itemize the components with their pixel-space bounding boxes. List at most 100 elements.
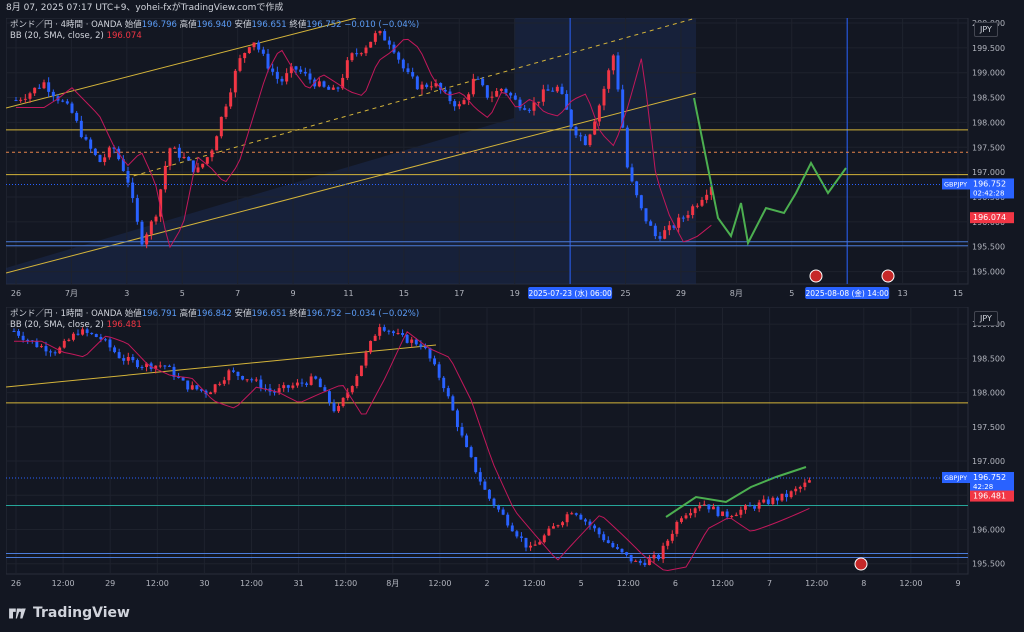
candle-body	[677, 217, 681, 228]
candle-body	[14, 100, 18, 102]
candle-body	[415, 76, 419, 90]
candle-body	[44, 346, 48, 352]
candle-body	[474, 457, 478, 473]
candle-body	[476, 78, 480, 80]
candle-body	[341, 397, 345, 407]
candle-body	[135, 360, 139, 368]
candle-body	[789, 491, 793, 498]
candle-body	[140, 221, 144, 245]
candle-body	[705, 194, 709, 200]
candle-body	[538, 542, 542, 545]
candle-body	[89, 139, 93, 149]
candle-body	[21, 335, 25, 340]
low-label-4h: 安値	[234, 20, 252, 30]
close-value-4h: 196.752	[306, 20, 342, 30]
candle-body	[509, 92, 513, 96]
candle-body	[625, 552, 629, 555]
x-tick-label: 6	[673, 579, 678, 588]
candle-body	[616, 55, 620, 90]
candle-body	[252, 42, 256, 48]
candle-body	[145, 234, 149, 245]
candle-body	[345, 60, 349, 78]
bb-label-4h: BB (20, SMA, close, 2)	[10, 31, 104, 41]
currency-button-1h[interactable]: JPY	[974, 311, 998, 326]
candle-body	[373, 335, 377, 341]
chart-panel-4h[interactable]: 200.000199.500199.000198.500198.000197.5…	[6, 18, 1018, 302]
chart-4h-svg[interactable]: 200.000199.500199.000198.500198.000197.5…	[6, 18, 1018, 302]
candle-body	[635, 181, 639, 196]
y-tick-label: 198.000	[972, 389, 1005, 398]
topbar-caption: 8月 07, 2025 07:17 UTC+9、yohei-fxがTrading…	[6, 3, 284, 13]
candle-body	[33, 87, 37, 94]
x-tick-label: 9	[955, 579, 960, 588]
candle-body	[629, 554, 633, 562]
x-tick-label: 29	[105, 579, 115, 588]
candle-body	[318, 378, 322, 388]
candle-body	[653, 225, 657, 237]
candle-body	[574, 513, 578, 515]
candle-body	[181, 377, 185, 381]
candle-body	[675, 521, 679, 534]
x-tick-label: 13	[897, 289, 907, 298]
x-tick-label: 12:00	[146, 579, 169, 588]
currency-button-4h[interactable]: JPY	[974, 22, 998, 37]
candle-body	[135, 198, 139, 222]
header-4h: ポンド／円 · 4時間 · OANDA 始値196.796 高値196.940 …	[10, 20, 419, 31]
candle-body	[588, 134, 592, 146]
candle-body	[684, 515, 688, 519]
candle-body	[775, 497, 779, 501]
x-tick-label: 26	[11, 289, 21, 298]
candle-body	[523, 108, 527, 110]
open-label-1h: 始値	[124, 309, 142, 319]
low-value-1h: 196.651	[251, 309, 287, 319]
bb-value-4h: 196.074	[106, 31, 142, 41]
close-value-1h: 196.752	[306, 309, 342, 319]
candle-body	[322, 81, 326, 87]
candle-body	[583, 519, 587, 522]
candle-body	[414, 339, 418, 345]
candle-body	[243, 52, 247, 59]
candle-body	[657, 554, 661, 560]
candle-body	[630, 167, 634, 182]
candle-body	[579, 514, 583, 520]
tradingview-logo-icon	[9, 608, 26, 619]
candle-body	[419, 344, 423, 347]
candle-body	[658, 236, 662, 239]
candle-body	[382, 327, 386, 331]
candle-body	[453, 101, 457, 107]
candle-body	[524, 537, 528, 548]
candle-body	[401, 59, 405, 69]
candle-body	[411, 72, 415, 77]
candle-body	[378, 327, 382, 336]
candle-body	[730, 516, 734, 518]
candle-body	[700, 199, 704, 206]
chart-panel-1h[interactable]: 199.000198.500198.000197.500197.000196.5…	[6, 307, 1018, 592]
candle-body	[327, 86, 331, 90]
candle-body	[529, 545, 533, 548]
candle-body	[294, 66, 298, 70]
x-tick-label: 7月	[65, 289, 78, 298]
candle-body	[261, 49, 265, 54]
candle-body	[666, 540, 670, 546]
y-tick-label: 197.500	[972, 143, 1005, 152]
x-tick-label: 2025-07-23 (水) 06:00	[528, 288, 612, 298]
candle-body	[387, 330, 391, 332]
candle-body	[695, 205, 699, 207]
open-value-1h: 196.791	[141, 309, 177, 319]
candle-body	[282, 385, 286, 389]
candle-body	[317, 81, 321, 87]
candle-body	[446, 388, 450, 397]
candle-body	[331, 87, 335, 90]
candle-body	[551, 526, 555, 529]
candle-body	[593, 525, 597, 529]
candle-body	[451, 396, 455, 411]
low-label-1h: 安値	[234, 309, 252, 319]
candle-body	[222, 380, 226, 384]
y-tick-label: 197.500	[972, 423, 1005, 432]
candle-body	[515, 531, 519, 537]
candle-body	[532, 102, 536, 111]
x-tick-label: 31	[294, 579, 304, 588]
bb-price-tag-value: 196.481	[973, 492, 1006, 501]
x-tick-label: 15	[953, 289, 963, 298]
chart-1h-svg[interactable]: 199.000198.500198.000197.500197.000196.5…	[6, 307, 1018, 592]
